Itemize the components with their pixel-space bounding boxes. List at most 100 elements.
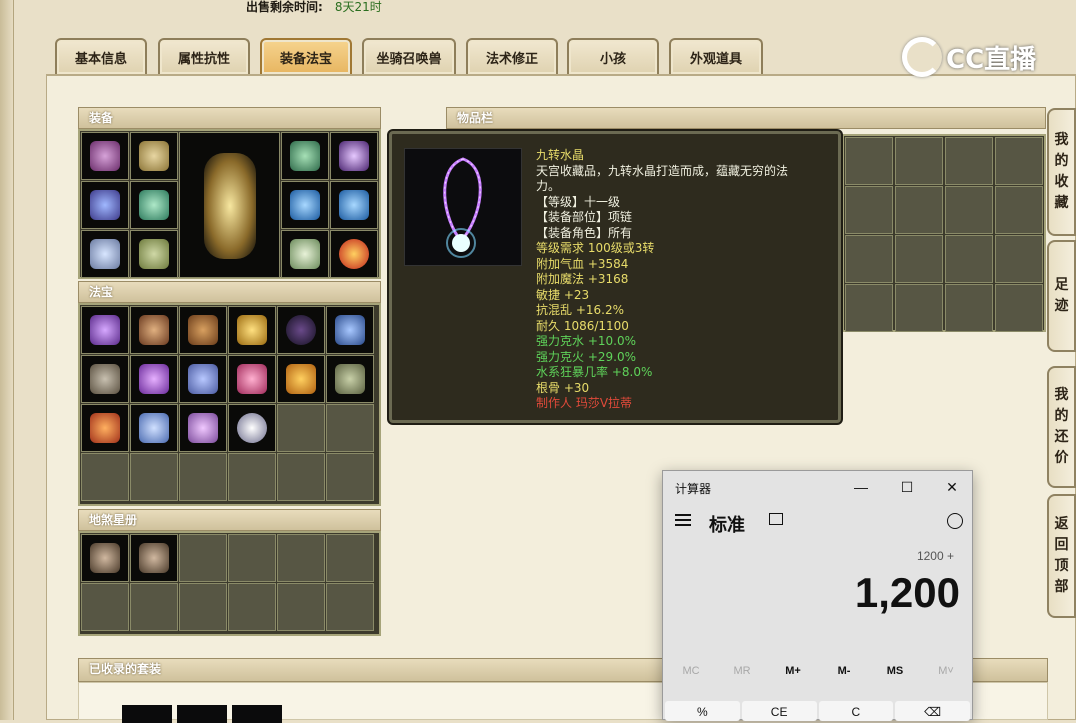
inventory-slot[interactable] — [845, 186, 893, 234]
keep-on-top-icon[interactable] — [769, 513, 783, 525]
inventory-slot[interactable] — [945, 284, 993, 332]
backspace-button[interactable]: ⌫ — [895, 701, 970, 721]
tab-label: 装备法宝 — [279, 51, 332, 67]
fabao-slot[interactable] — [277, 306, 325, 354]
fabao-slot[interactable] — [326, 306, 374, 354]
my-favorites-button[interactable]: 我 的 收 藏 — [1047, 108, 1076, 236]
fabao-slot-empty[interactable] — [179, 453, 227, 501]
inventory-slot[interactable] — [845, 137, 893, 185]
inventory-slot[interactable] — [945, 235, 993, 283]
disha-slot-empty[interactable] — [228, 534, 276, 582]
disha-slot-empty[interactable] — [326, 534, 374, 582]
tab-equipment[interactable]: 装备法宝 — [260, 38, 352, 74]
tab-spell-correction[interactable]: 法术修正 — [466, 38, 558, 74]
equip-slot-weapon[interactable] — [81, 181, 129, 229]
tab-label: 坐骑召唤兽 — [376, 51, 442, 67]
memory-store-button[interactable]: MS — [875, 665, 915, 677]
tab-attributes[interactable]: 属性抗性 — [158, 38, 250, 74]
disha-slot-empty[interactable] — [130, 583, 178, 631]
equip-slot-helmet[interactable] — [81, 132, 129, 180]
fabao-slot-empty[interactable] — [326, 453, 374, 501]
tab-mounts-pets[interactable]: 坐骑召唤兽 — [362, 38, 456, 74]
close-button[interactable]: ✕ — [941, 477, 963, 497]
my-bargain-button[interactable]: 我 的 还 价 — [1047, 366, 1076, 488]
fabao-slot-empty[interactable] — [277, 453, 325, 501]
fabao-slot[interactable] — [81, 355, 129, 403]
tab-child[interactable]: 小孩 — [567, 38, 659, 74]
inventory-slot[interactable] — [895, 137, 943, 185]
disha-slot[interactable] — [130, 534, 178, 582]
fabao-slot[interactable] — [277, 355, 325, 403]
percent-button[interactable]: % — [665, 701, 740, 721]
equip-slot-ring-1[interactable] — [281, 181, 329, 229]
history-icon[interactable] — [947, 513, 963, 529]
top-bar — [14, 0, 1076, 14]
disha-slot-empty[interactable] — [228, 583, 276, 631]
pink-lantern-icon — [237, 364, 267, 394]
disha-slot-empty[interactable] — [81, 583, 129, 631]
inventory-slot[interactable] — [895, 235, 943, 283]
disha-slot-empty[interactable] — [326, 583, 374, 631]
memory-recall-button[interactable]: MR — [722, 665, 762, 677]
fabao-slot[interactable] — [228, 306, 276, 354]
equip-slot-boots[interactable] — [130, 230, 178, 278]
inventory-slot[interactable] — [945, 186, 993, 234]
fabao-slot[interactable] — [228, 404, 276, 452]
fabao-slot-empty[interactable] — [130, 453, 178, 501]
inventory-slot[interactable] — [895, 186, 943, 234]
minimize-button[interactable]: — — [850, 477, 872, 497]
memory-add-button[interactable]: M+ — [773, 665, 813, 677]
menu-icon[interactable] — [675, 514, 691, 526]
disha-slot-empty[interactable] — [277, 534, 325, 582]
tab-basic-info[interactable]: 基本信息 — [55, 38, 147, 74]
fabao-slot-empty[interactable] — [81, 453, 129, 501]
fabao-slot[interactable] — [179, 306, 227, 354]
equip-slot-clothes[interactable] — [130, 181, 178, 229]
memory-list-button[interactable]: M˅ — [926, 665, 966, 677]
fabao-slot[interactable] — [130, 306, 178, 354]
fabao-slot[interactable] — [179, 355, 227, 403]
inventory-slot[interactable] — [895, 284, 943, 332]
tab-appearance[interactable]: 外观道具 — [669, 38, 763, 74]
fabao-slot-empty[interactable] — [277, 404, 325, 452]
inventory-slot[interactable] — [995, 284, 1043, 332]
inventory-slot[interactable] — [995, 186, 1043, 234]
memory-clear-button[interactable]: MC — [671, 665, 711, 677]
equip-slot-charm[interactable] — [81, 230, 129, 278]
clear-button[interactable]: C — [818, 701, 894, 721]
fabao-slot-empty[interactable] — [228, 453, 276, 501]
suit-icon[interactable] — [232, 705, 282, 723]
fabao-slot-empty[interactable] — [326, 404, 374, 452]
clear-entry-button[interactable]: CE — [741, 701, 817, 721]
footprints-button[interactable]: 足 迹 — [1047, 240, 1076, 352]
item-maker: 制作人 玛莎V拉蒂 — [536, 396, 633, 410]
equip-slot-necklace[interactable] — [330, 132, 378, 180]
disha-slot-empty[interactable] — [179, 534, 227, 582]
inventory-slot[interactable] — [945, 137, 993, 185]
equip-slot-ring-2[interactable] — [330, 181, 378, 229]
fabao-slot[interactable] — [179, 404, 227, 452]
tooltip-text: 九转水晶 天宫收藏品，九转水晶打造而成，蕴藏无穷的法 力。 【等级】十一级 【装… — [536, 148, 836, 412]
fabao-slot[interactable] — [130, 355, 178, 403]
fabao-slot[interactable] — [81, 404, 129, 452]
fabao-slot[interactable] — [130, 404, 178, 452]
inventory-slot[interactable] — [995, 137, 1043, 185]
disha-slot[interactable] — [81, 534, 129, 582]
equip-slot-bracelet[interactable] — [281, 230, 329, 278]
maximize-button[interactable]: ☐ — [896, 477, 918, 497]
inventory-slot[interactable] — [845, 235, 893, 283]
inventory-slot[interactable] — [995, 235, 1043, 283]
suit-icon[interactable] — [177, 705, 227, 723]
inventory-slot[interactable] — [845, 284, 893, 332]
equip-slot-armor[interactable] — [130, 132, 178, 180]
equip-slot-orb[interactable] — [330, 230, 378, 278]
memory-subtract-button[interactable]: M- — [824, 665, 864, 677]
disha-slot-empty[interactable] — [179, 583, 227, 631]
back-to-top-button[interactable]: 返 回 顶 部 — [1047, 494, 1076, 618]
disha-slot-empty[interactable] — [277, 583, 325, 631]
fabao-slot[interactable] — [81, 306, 129, 354]
fabao-slot[interactable] — [228, 355, 276, 403]
suit-icon[interactable] — [122, 705, 172, 723]
equip-slot-mask[interactable] — [281, 132, 329, 180]
fabao-slot[interactable] — [326, 355, 374, 403]
